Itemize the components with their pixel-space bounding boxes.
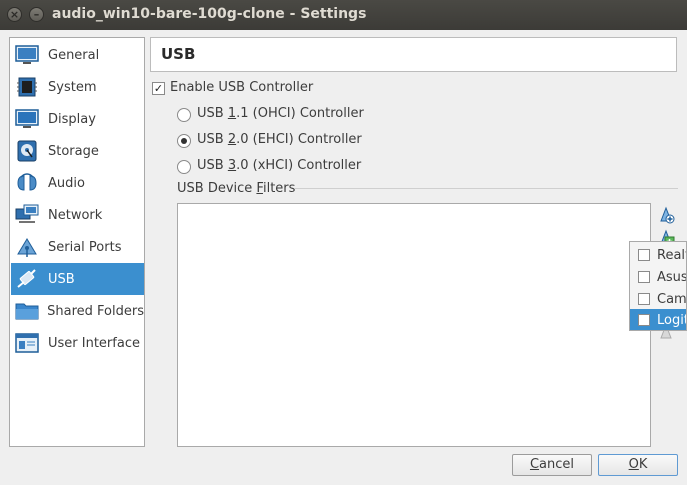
usb-device-menu-item[interactable]: Realt — [630, 244, 686, 266]
menu-checkbox — [638, 314, 650, 326]
usb-2-0-label: USB 2.0 (EHCI) Controller — [197, 132, 362, 147]
storage-icon — [14, 139, 40, 163]
sidebar-item-audio[interactable]: Audio — [11, 167, 144, 199]
add-empty-filter-button[interactable] — [656, 205, 676, 225]
usb-3-0-label: USB 3.0 (xHCI) Controller — [197, 158, 362, 173]
usb-filter-list[interactable] — [177, 203, 651, 447]
sidebar-item-label: Serial Ports — [48, 239, 122, 255]
serial-ports-icon — [14, 235, 40, 259]
sidebar-item-label: User Interface — [48, 335, 140, 351]
sidebar-item-user-interface[interactable]: User Interface — [11, 327, 144, 359]
usb-device-menu-item[interactable]: Logit — [630, 309, 686, 330]
menu-checkbox — [638, 249, 650, 261]
menu-checkbox — [638, 293, 650, 305]
sidebar-item-usb[interactable]: USB — [11, 263, 144, 295]
sidebar-item-general[interactable]: General — [11, 39, 144, 71]
sidebar-item-label: USB — [48, 271, 75, 287]
window-title: audio_win10-bare-100g-clone - Settings — [52, 6, 367, 22]
close-button[interactable]: × — [7, 7, 22, 22]
usb-1-1-label: USB 1.1 (OHCI) Controller — [197, 106, 364, 121]
usb-device-menu: Realt AsusT Camb Logit — [629, 241, 687, 331]
network-icon — [14, 203, 40, 227]
section-divider — [294, 188, 678, 189]
audio-icon — [14, 171, 40, 195]
sidebar-item-shared-folders[interactable]: Shared Folders — [11, 295, 144, 327]
sidebar-item-label: Display — [48, 111, 96, 127]
close-icon: × — [9, 8, 20, 21]
usb-device-menu-item[interactable]: AsusT — [630, 266, 686, 288]
sidebar-item-label: Network — [48, 207, 103, 223]
page-title: USB — [161, 45, 196, 63]
shared-folders-icon — [14, 299, 39, 323]
user-interface-icon — [14, 331, 40, 355]
settings-sidebar: General System Display Storage Audio Net… — [9, 37, 145, 447]
sidebar-item-storage[interactable]: Storage — [11, 135, 144, 167]
usb-device-menu-item[interactable]: Camb — [630, 288, 686, 310]
menu-checkbox — [638, 271, 650, 283]
sidebar-item-label: Audio — [48, 175, 85, 191]
enable-usb-label: Enable USB Controller — [170, 80, 314, 95]
usb-icon — [14, 267, 40, 291]
general-icon — [14, 43, 40, 67]
cancel-button[interactable]: Cancel — [512, 454, 592, 476]
title-bar: × – audio_win10-bare-100g-clone - Settin… — [0, 0, 687, 30]
enable-usb-checkbox[interactable]: ✓ — [152, 82, 165, 95]
sidebar-item-serial-ports[interactable]: Serial Ports — [11, 231, 144, 263]
usb-2-0-radio[interactable] — [177, 134, 191, 148]
checkmark-icon: ✓ — [153, 82, 164, 95]
display-icon — [14, 107, 40, 131]
sidebar-item-system[interactable]: System — [11, 71, 144, 103]
sidebar-item-label: General — [48, 47, 100, 63]
sidebar-item-display[interactable]: Display — [11, 103, 144, 135]
usb-3-0-radio[interactable] — [177, 160, 191, 174]
sidebar-item-label: Shared Folders — [47, 303, 144, 319]
minimize-button[interactable]: – — [29, 7, 44, 22]
page-header: USB — [150, 37, 677, 72]
sidebar-item-label: Storage — [48, 143, 99, 159]
usb-1-1-radio[interactable] — [177, 108, 191, 122]
minimize-icon: – — [33, 8, 40, 21]
system-icon — [14, 75, 40, 99]
sidebar-item-label: System — [48, 79, 97, 95]
sidebar-item-network[interactable]: Network — [11, 199, 144, 231]
usb-device-filters-label: USB Device Filters — [177, 181, 296, 196]
add-filter-icon — [660, 206, 675, 224]
ok-button[interactable]: OK — [598, 454, 678, 476]
radio-selected-dot — [181, 138, 187, 144]
